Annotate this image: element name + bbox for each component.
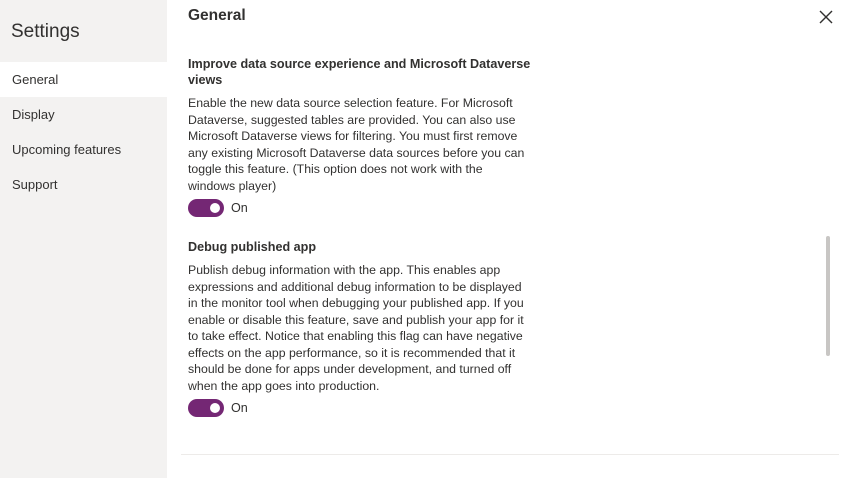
sidebar-item-upcoming-features[interactable]: Upcoming features: [0, 132, 167, 167]
toggle-knob: [210, 203, 220, 213]
setting-title: Debug published app: [188, 240, 317, 254]
close-icon[interactable]: [817, 8, 835, 26]
sidebar-title: Settings: [11, 21, 80, 42]
setting-description: Enable the new data source selection fea…: [188, 96, 525, 193]
sidebar-item-display[interactable]: Display: [0, 97, 167, 132]
toggle-label: On: [231, 201, 248, 215]
sidebar-nav: General Display Upcoming features Suppor…: [0, 62, 167, 202]
setting-dataverse-views: Improve data source experience and Micro…: [188, 56, 533, 217]
debug-published-app-toggle[interactable]: [188, 399, 224, 417]
sidebar-item-support[interactable]: Support: [0, 167, 167, 202]
settings-sidebar: Settings General Display Upcoming featur…: [0, 0, 167, 478]
toggle-knob: [210, 403, 220, 413]
divider: [181, 454, 839, 455]
toggle-row: On: [188, 199, 533, 217]
sidebar-item-general[interactable]: General: [0, 62, 167, 97]
toggle-row: On: [188, 399, 533, 417]
dataverse-views-toggle[interactable]: [188, 199, 224, 217]
settings-main: General Improve data source experience a…: [167, 0, 847, 478]
setting-description: Publish debug information with the app. …: [188, 263, 524, 393]
setting-title: Improve data source experience and Micro…: [188, 57, 531, 87]
setting-debug-published-app: Debug published app Publish debug inform…: [188, 239, 533, 417]
vertical-scrollbar[interactable]: [826, 236, 830, 356]
toggle-label: On: [231, 401, 248, 415]
page-title: General: [188, 7, 246, 24]
